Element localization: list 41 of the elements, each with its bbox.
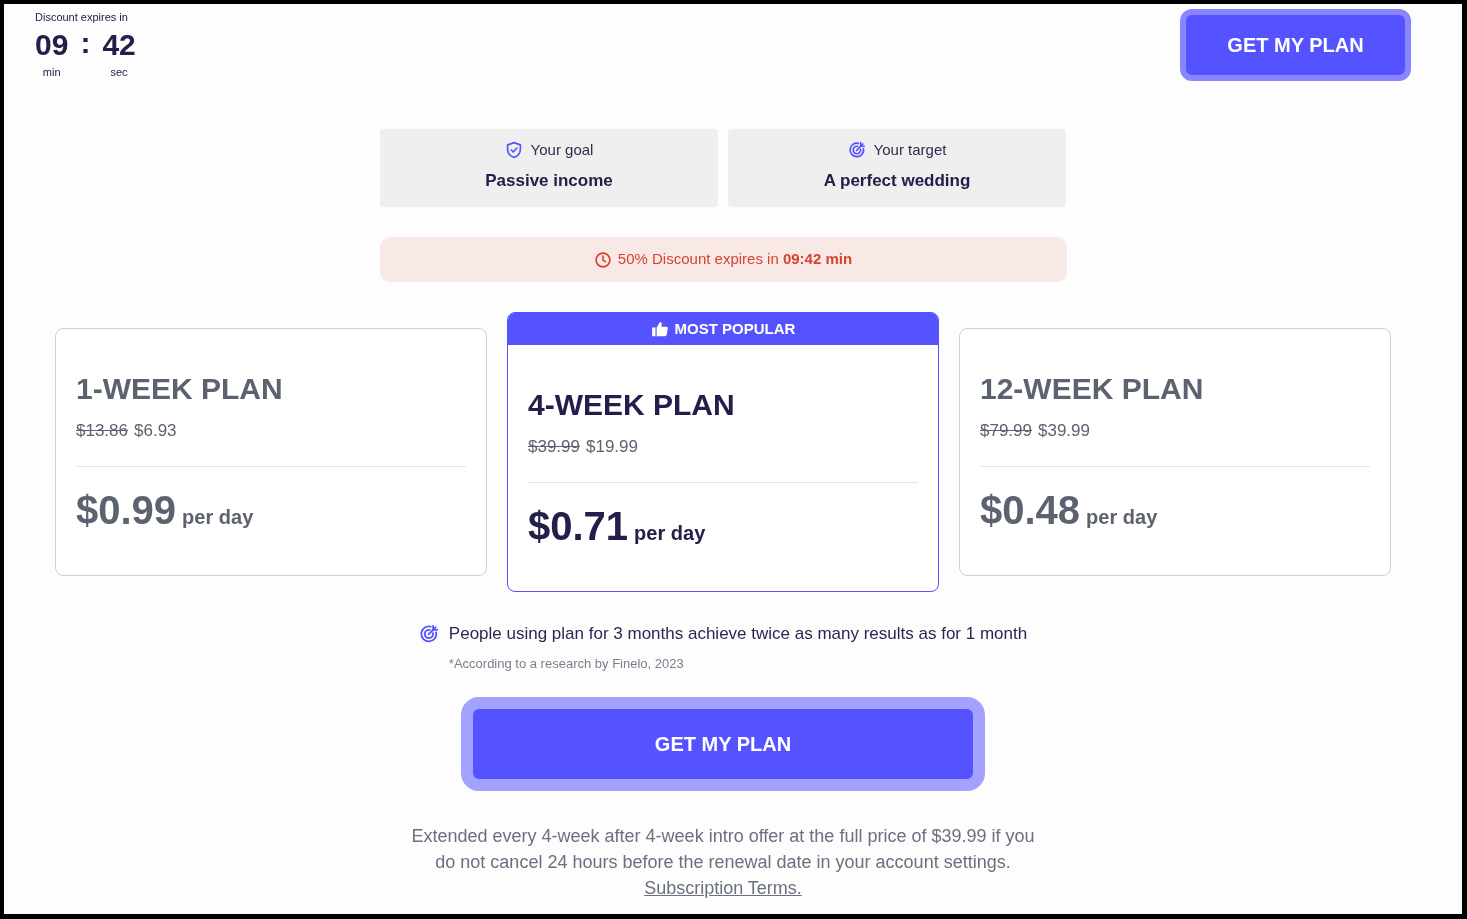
- shield-check-icon: [504, 141, 523, 159]
- subscription-terms-link[interactable]: Subscription Terms.: [644, 875, 802, 901]
- plan-price: $39.99: [1038, 420, 1090, 442]
- research-footnote: *According to a research by Finelo, 2023: [448, 655, 685, 673]
- target-icon: [418, 624, 439, 644]
- discount-text: 50% Discount expires in 09:42 min: [617, 249, 853, 270]
- daily-price: $0.71: [528, 503, 629, 550]
- timer-unit: min: [42, 66, 61, 79]
- plan-price: $19.99: [586, 436, 638, 458]
- daily-price: $0.48: [980, 487, 1081, 534]
- old-price: $39.99: [528, 436, 580, 458]
- goal-label: Your target: [873, 141, 947, 159]
- get-plan-button[interactable]: GET MY PLAN: [461, 697, 985, 791]
- target-icon: [847, 141, 866, 159]
- plan-name: 1-WEEK PLAN: [76, 371, 284, 407]
- timer-label: Discount expires in: [35, 10, 129, 24]
- popular-label: MOST POPULAR: [674, 318, 796, 339]
- old-price: $79.99: [980, 420, 1032, 442]
- results-note: People using plan for 3 months achieve twice as many results as for 1 month: [448, 623, 1028, 645]
- plan-card[interactable]: 1-WEEK PLAN $13.86 $6.93 $0.99 per day: [55, 328, 487, 576]
- daily-unit: per day: [634, 521, 706, 546]
- plan-card[interactable]: 12-WEEK PLAN $79.99 $39.99 $0.48 per day: [959, 328, 1391, 576]
- daily-price: $0.99: [76, 487, 177, 534]
- thumbs-up-icon: [650, 320, 669, 338]
- timer-separator: :: [80, 28, 91, 58]
- get-plan-button[interactable]: GET MY PLAN: [1180, 9, 1411, 81]
- timer-minutes: 09: [35, 28, 69, 62]
- goal-value: A perfect wedding: [822, 170, 972, 192]
- old-price: $13.86: [76, 420, 128, 442]
- timer-seconds: 42: [102, 28, 136, 62]
- daily-unit: per day: [182, 505, 254, 530]
- daily-unit: per day: [1086, 505, 1158, 530]
- timer-unit: sec: [110, 66, 128, 79]
- plan-name: 4-WEEK PLAN: [528, 387, 736, 423]
- plan-card[interactable]: MOST POPULAR 4-WEEK PLAN $39.99 $19.99 $0.71 per day: [507, 312, 939, 592]
- goal-value: Passive income: [484, 170, 614, 192]
- plan-price: $6.93: [134, 420, 177, 442]
- goal-label: Your goal: [530, 141, 594, 159]
- clock-icon: [593, 250, 612, 269]
- renewal-disclaimer: Extended every 4-week after 4-week intro offer at the full price of $39.99 if you do not cancel 24 hours before the renewal date in your account settings.: [410, 825, 1036, 874]
- plan-name: 12-WEEK PLAN: [980, 371, 1205, 407]
